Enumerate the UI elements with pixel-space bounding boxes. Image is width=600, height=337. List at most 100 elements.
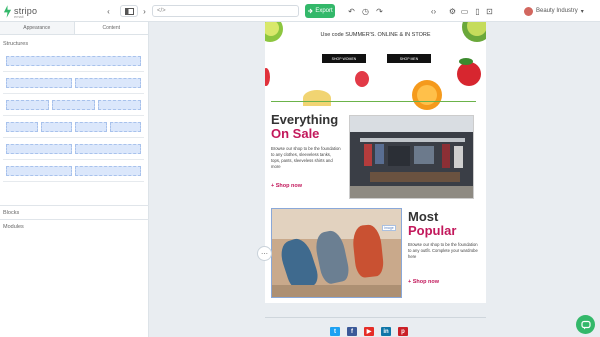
code-field[interactable]: </> bbox=[152, 5, 299, 17]
shop-men-button[interactable]: SHOP MEN bbox=[387, 54, 431, 63]
store-photo[interactable] bbox=[349, 115, 474, 199]
structure-column bbox=[6, 165, 72, 176]
desktop-preview-icon[interactable]: ▭ bbox=[459, 5, 470, 17]
structure-column bbox=[75, 165, 141, 176]
chat-button[interactable] bbox=[576, 315, 595, 334]
test-icon[interactable]: ⊡ bbox=[484, 5, 495, 17]
undo-nav-icon[interactable]: ‹ bbox=[103, 5, 114, 17]
code-view-icon[interactable]: ‹› bbox=[428, 5, 439, 17]
structure-item[interactable] bbox=[3, 138, 144, 160]
store-cloth-blue bbox=[375, 144, 384, 164]
store-shelf bbox=[388, 146, 410, 166]
facebook-icon[interactable]: f bbox=[347, 327, 357, 336]
structure-item[interactable] bbox=[3, 72, 144, 94]
strawberry-left-image bbox=[265, 68, 270, 86]
store-shelf-right bbox=[414, 146, 434, 164]
structure-column bbox=[6, 99, 49, 110]
shoes-ground bbox=[272, 285, 401, 297]
structures-list bbox=[0, 50, 148, 182]
promo-text: Use code SUMMER'S. ONLINE & IN STORE bbox=[320, 32, 431, 38]
history-icon[interactable]: ◷ bbox=[360, 5, 371, 17]
popular-title-line2: Popular bbox=[408, 223, 457, 238]
store-table bbox=[370, 172, 460, 182]
structure-column bbox=[6, 121, 38, 132]
chat-icon bbox=[580, 320, 591, 329]
strawberry-image bbox=[355, 71, 369, 87]
settings-icon[interactable]: ⚙ bbox=[447, 5, 458, 17]
sale-shop-link[interactable]: + Shop now bbox=[271, 183, 302, 189]
modules-accordion[interactable]: Modules bbox=[0, 219, 149, 233]
shoes-photo[interactable] bbox=[271, 208, 402, 298]
popular-block[interactable]: Most Popular Browse our shop to be the f… bbox=[265, 208, 486, 300]
structure-column bbox=[98, 99, 141, 110]
popular-body: Browse our shop to be the foundation to … bbox=[408, 242, 478, 259]
orange-flesh bbox=[417, 85, 437, 105]
strawberry-right-image bbox=[457, 62, 481, 86]
store-rail-top bbox=[360, 138, 465, 142]
email-preview: Use code SUMMER'S. ONLINE & IN STORE SHO… bbox=[265, 22, 486, 303]
tab-appearance[interactable]: Appearance bbox=[0, 22, 74, 34]
sale-title-line2: On Sale bbox=[271, 126, 320, 141]
store-floor bbox=[350, 186, 473, 198]
forward-nav-icon[interactable]: › bbox=[139, 5, 150, 17]
code-field-text: </> bbox=[157, 8, 166, 14]
sale-block[interactable]: Everything On Sale Browse our shop to be… bbox=[265, 112, 486, 199]
social-icons: t f ▶ in p bbox=[330, 327, 408, 336]
stripo-logo[interactable]: stripo email bbox=[3, 3, 37, 19]
mobile-preview-icon[interactable]: ▯ bbox=[472, 5, 483, 17]
layout-toggle-button[interactable] bbox=[120, 5, 138, 17]
shop-women-button[interactable]: SHOP WOMEN bbox=[322, 54, 366, 63]
tab-content[interactable]: Content bbox=[73, 22, 148, 34]
selection-label: Image bbox=[382, 225, 396, 231]
green-divider bbox=[271, 101, 476, 102]
pinterest-icon[interactable]: p bbox=[398, 327, 408, 336]
editor-canvas: Use code SUMMER'S. ONLINE & IN STORE SHO… bbox=[150, 22, 600, 337]
logo-sub: email bbox=[14, 14, 24, 19]
strawberry-leaf bbox=[459, 58, 473, 65]
blocks-accordion[interactable]: Blocks bbox=[0, 205, 149, 219]
structure-item[interactable] bbox=[3, 116, 144, 138]
chevron-down-icon: ▾ bbox=[580, 8, 584, 15]
store-ceiling bbox=[350, 116, 473, 132]
structure-column bbox=[6, 143, 72, 154]
structure-column bbox=[6, 55, 141, 66]
panel-tabs: Appearance Content bbox=[0, 22, 148, 35]
store-cloth-red bbox=[364, 144, 372, 166]
left-panel: Appearance Content Structures Blocks Mod… bbox=[0, 22, 149, 337]
structure-item[interactable] bbox=[3, 50, 144, 72]
linkedin-icon[interactable]: in bbox=[381, 327, 391, 336]
popular-shop-link[interactable]: + Shop now bbox=[408, 279, 439, 285]
structure-column bbox=[109, 121, 141, 132]
top-toolbar: stripo email ‹ › </> Export ↶ ◷ ↷ ‹› ⚙ ▭… bbox=[0, 0, 600, 22]
sale-title-line1: Everything bbox=[271, 112, 339, 127]
export-label: Export bbox=[315, 8, 333, 14]
structure-item[interactable] bbox=[3, 94, 144, 116]
structure-column bbox=[75, 77, 141, 88]
youtube-icon[interactable]: ▶ bbox=[364, 327, 374, 336]
structure-column bbox=[6, 77, 72, 88]
structure-column bbox=[75, 143, 141, 154]
export-button[interactable]: Export bbox=[305, 4, 335, 18]
lemon-image bbox=[303, 90, 331, 106]
account-label: Beauty Industry bbox=[536, 8, 578, 14]
undo-icon[interactable]: ↶ bbox=[346, 5, 357, 17]
footer-divider bbox=[265, 317, 486, 318]
sale-body: Browse our shop to be the foundation to … bbox=[271, 146, 341, 169]
structure-item[interactable] bbox=[3, 160, 144, 182]
layout-icon bbox=[124, 7, 134, 15]
account-menu[interactable]: Beauty Industry ▾ bbox=[524, 4, 584, 18]
store-cloth-white bbox=[454, 146, 463, 168]
structure-column bbox=[75, 121, 107, 132]
twitter-icon[interactable]: t bbox=[330, 327, 340, 336]
structures-title: Structures bbox=[3, 41, 29, 47]
shoe-blue bbox=[277, 235, 321, 293]
store-cloth-dark bbox=[442, 144, 450, 168]
redo-icon[interactable]: ↷ bbox=[374, 5, 385, 17]
promo-block[interactable]: Use code SUMMER'S. ONLINE & IN STORE SHO… bbox=[265, 22, 486, 117]
structure-column bbox=[40, 121, 72, 132]
export-icon bbox=[308, 8, 314, 14]
drag-handle[interactable]: ⋯ bbox=[257, 246, 272, 261]
structure-column bbox=[52, 99, 95, 110]
popular-title-line1: Most bbox=[408, 209, 439, 224]
avatar bbox=[524, 6, 533, 16]
